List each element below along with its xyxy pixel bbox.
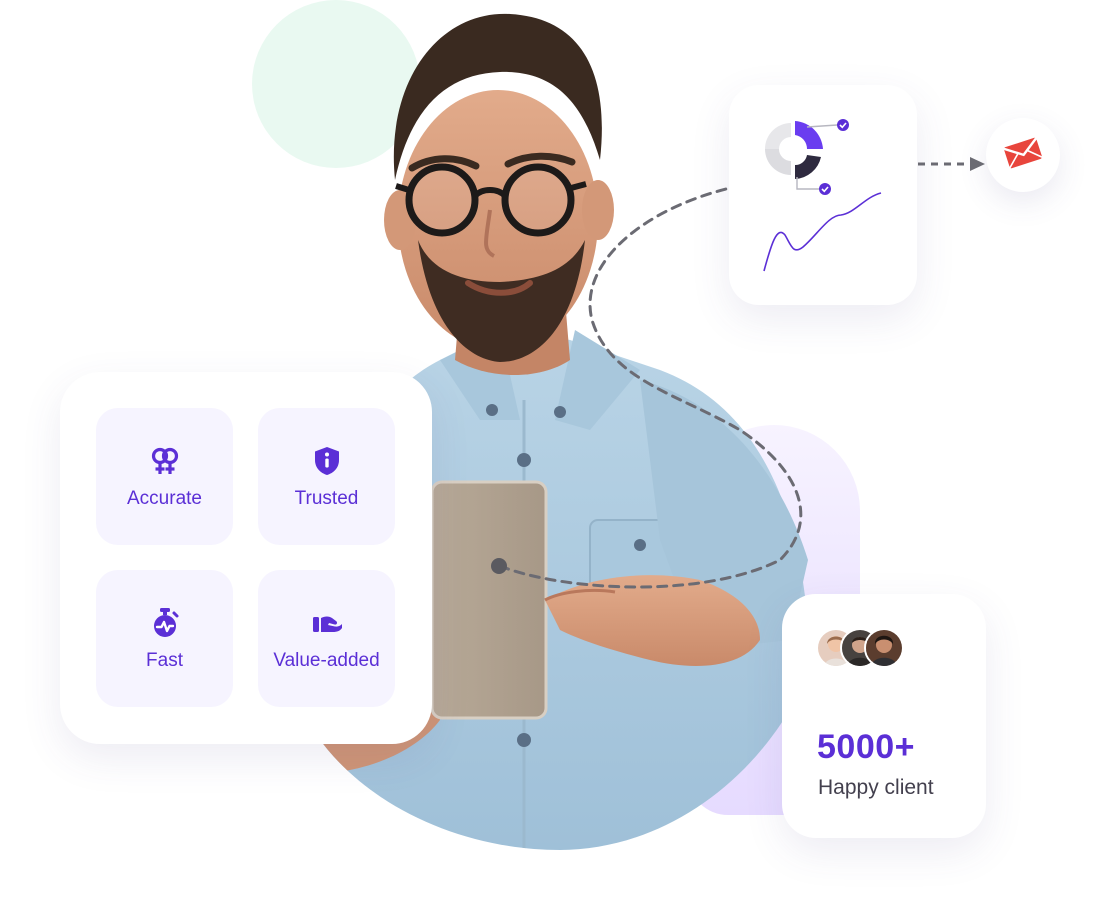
stopwatch-icon [148, 606, 182, 640]
feature-tile-accurate[interactable]: Accurate [96, 408, 233, 545]
feature-tile-fast[interactable]: Fast [96, 570, 233, 707]
envelope-icon [1003, 136, 1043, 175]
analytics-card [729, 85, 917, 305]
analytics-illustration [763, 119, 882, 272]
feature-label: Fast [146, 649, 183, 671]
clients-label: Happy client [818, 776, 934, 799]
feature-label: Trusted [294, 487, 359, 509]
clients-count: 5000+ [817, 728, 915, 766]
feature-label: Accurate [127, 487, 202, 509]
avatar [864, 628, 904, 668]
hero-illustration: Accurate Trusted Fast Value-added 5000+ … [0, 0, 1100, 901]
hand-giving-icon [310, 606, 344, 640]
mail-bubble[interactable] [986, 118, 1060, 192]
shield-info-icon [310, 444, 344, 478]
happy-clients-card: 5000+ Happy client [782, 594, 986, 838]
feature-label: Value-added [273, 649, 380, 671]
client-avatars [816, 628, 906, 668]
features-card: Accurate Trusted Fast Value-added [60, 372, 432, 744]
arrow-head-icon [970, 157, 985, 171]
gender-symbols-icon [148, 444, 182, 478]
feature-tile-value-added[interactable]: Value-added [258, 570, 395, 707]
feature-tile-trusted[interactable]: Trusted [258, 408, 395, 545]
